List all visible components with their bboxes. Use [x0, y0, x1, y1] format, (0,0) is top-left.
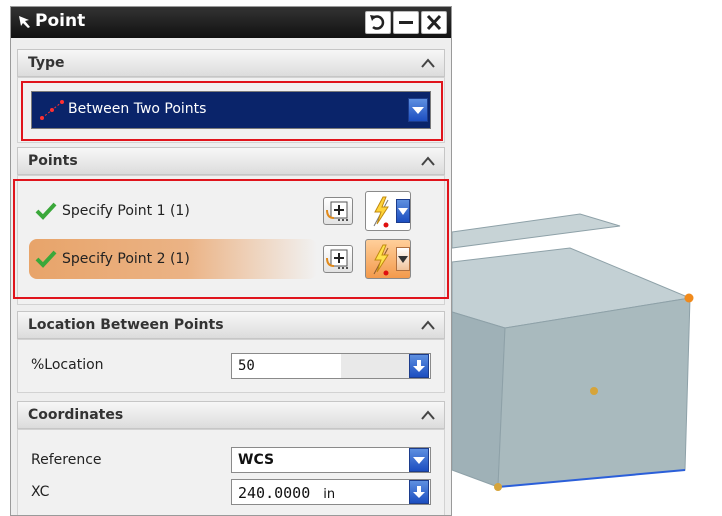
- points-section-title: Points: [28, 153, 78, 169]
- model-step-face: [451, 213, 621, 249]
- location-section-title: Location Between Points: [28, 317, 224, 333]
- location-section-header[interactable]: Location Between Points: [17, 311, 445, 339]
- close-icon: [426, 14, 442, 31]
- coordinates-section-title: Coordinates: [28, 407, 124, 423]
- xc-unit: in: [323, 487, 336, 502]
- xc-input[interactable]: 240.0000 in: [231, 479, 431, 505]
- model-block-left-face: [451, 311, 506, 488]
- model-vertex-point-2[interactable]: [494, 483, 502, 491]
- type-dropdown-button[interactable]: [408, 98, 428, 122]
- points-section-header[interactable]: Points: [17, 147, 445, 175]
- select-arrow-icon: [19, 16, 30, 28]
- chevron-down-icon: [413, 457, 425, 464]
- xc-value: 240.0000: [238, 484, 311, 502]
- reference-dropdown-button[interactable]: [409, 448, 429, 472]
- chevron-up-icon[interactable]: [420, 409, 436, 421]
- reference-value: WCS: [238, 452, 275, 468]
- location-options-button[interactable]: [409, 354, 429, 378]
- xc-label: XC: [31, 484, 50, 500]
- minimize-icon: [399, 21, 413, 24]
- xc-options-button[interactable]: [409, 480, 429, 504]
- dialog-title: Point: [35, 11, 86, 31]
- chevron-down-icon: [412, 107, 424, 114]
- location-slider-track[interactable]: [341, 354, 409, 378]
- type-section-title: Type: [28, 55, 65, 71]
- arrow-down-icon: [413, 360, 425, 372]
- between-points-icon: [40, 100, 64, 120]
- points-highlight-box: [13, 179, 449, 299]
- coordinates-section-header[interactable]: Coordinates: [17, 401, 445, 429]
- model-midpoint-marker: [590, 387, 598, 395]
- reset-icon: [370, 15, 385, 30]
- close-button[interactable]: [421, 11, 447, 34]
- reference-label: Reference: [31, 452, 102, 468]
- type-select[interactable]: Between Two Points: [31, 91, 431, 129]
- location-label: %Location: [31, 357, 104, 373]
- minimize-button[interactable]: [393, 11, 419, 34]
- dialog-titlebar[interactable]: Point: [11, 7, 451, 38]
- reference-select[interactable]: WCS: [231, 447, 431, 473]
- location-value: 50: [238, 358, 255, 374]
- point-dialog: Point Type Between Two Points Points Spe…: [10, 6, 452, 516]
- chevron-up-icon[interactable]: [420, 155, 436, 167]
- model-vertex-point-1[interactable]: [684, 293, 694, 303]
- arrow-down-icon: [413, 486, 425, 498]
- type-select-value: Between Two Points: [68, 101, 207, 117]
- chevron-up-icon[interactable]: [420, 57, 436, 69]
- type-section-header[interactable]: Type: [17, 49, 445, 77]
- reset-button[interactable]: [365, 11, 391, 34]
- chevron-up-icon[interactable]: [420, 319, 436, 331]
